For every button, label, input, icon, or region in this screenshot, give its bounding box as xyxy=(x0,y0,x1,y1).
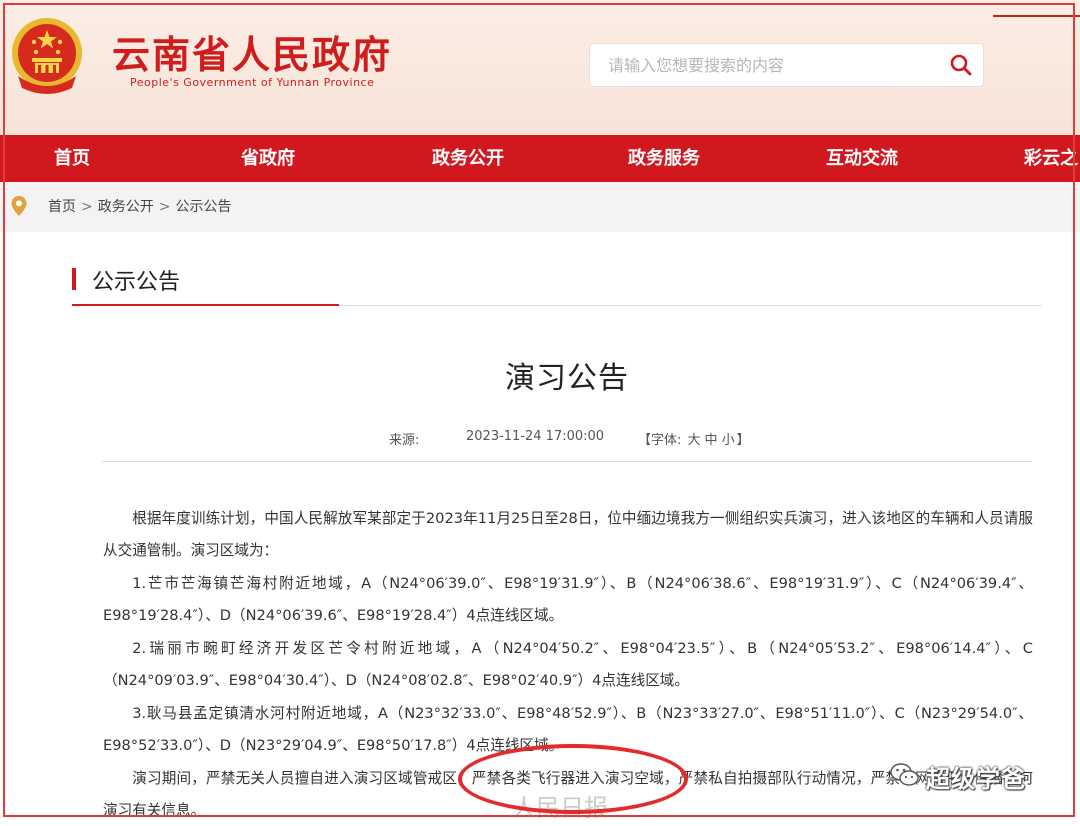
nav-item-caiyun[interactable]: 彩云之 xyxy=(1024,135,1078,182)
article-paragraph: 1.芒市芒海镇芒海村附近地域，A（N24°06′39.0″、E98°19′31.… xyxy=(103,575,1033,624)
article-title: 演习公告 xyxy=(505,361,629,396)
font-size-large[interactable]: 大 xyxy=(688,433,701,448)
breadcrumb-home[interactable]: 首页 xyxy=(48,199,76,215)
section-title: 公示公告 xyxy=(92,270,181,295)
decorative-line xyxy=(993,15,1080,17)
font-size-close: 】 xyxy=(736,433,750,448)
annotation-ellipse xyxy=(458,744,688,814)
site-header: 云南省人民政府 People's Government of Yunnan Pr… xyxy=(0,0,1080,135)
location-pin-icon xyxy=(11,196,27,216)
breadcrumb-separator: > xyxy=(81,199,93,215)
breadcrumb-bar: 首页 > 政务公开 > 公示公告 xyxy=(0,182,1080,232)
font-size-control: 【字体: 大中小】 xyxy=(638,429,750,448)
main-nav: 首页 省政府 政务公开 政务服务 互动交流 彩云之 xyxy=(0,135,1080,182)
article-source-label: 来源: xyxy=(389,433,420,448)
breadcrumb-government-affairs[interactable]: 政务公开 xyxy=(98,199,154,215)
search-input[interactable] xyxy=(590,44,930,86)
breadcrumb-announcements[interactable]: 公示公告 xyxy=(175,199,231,215)
breadcrumb: 首页 > 政务公开 > 公示公告 xyxy=(48,182,231,232)
section-divider-accent xyxy=(72,304,339,306)
nav-item-government-services[interactable]: 政务服务 xyxy=(628,135,700,182)
article-paragraph: 根据年度训练计划，中国人民解放军某部定于2023年11月25日至28日，位中缅边… xyxy=(103,510,1033,559)
article-meta-divider xyxy=(102,461,1032,462)
font-size-small[interactable]: 小 xyxy=(722,433,735,448)
font-size-medium[interactable]: 中 xyxy=(705,433,718,448)
nav-item-home[interactable]: 首页 xyxy=(54,135,90,182)
national-emblem-icon xyxy=(12,18,82,94)
section-marker xyxy=(72,268,76,290)
site-title[interactable]: 云南省人民政府 xyxy=(112,24,392,79)
wechat-icon xyxy=(890,763,919,786)
nav-item-provincial-government[interactable]: 省政府 xyxy=(241,135,295,182)
search-icon[interactable] xyxy=(949,53,973,77)
search-box xyxy=(590,44,983,86)
nav-item-interaction[interactable]: 互动交流 xyxy=(826,135,898,182)
wechat-account-name: 超级学爸 xyxy=(926,765,1026,793)
site-subtitle: People's Government of Yunnan Province xyxy=(130,76,375,89)
nav-item-government-affairs-disclosure[interactable]: 政务公开 xyxy=(432,135,504,182)
article-date: 2023-11-24 17:00:00 xyxy=(466,429,605,444)
article-paragraph: 2.瑞丽市畹町经济开发区芒令村附近地域，A（N24°04′50.2″、E98°0… xyxy=(103,640,1033,689)
font-size-label: 【字体: xyxy=(638,433,682,448)
breadcrumb-separator: > xyxy=(158,199,171,215)
